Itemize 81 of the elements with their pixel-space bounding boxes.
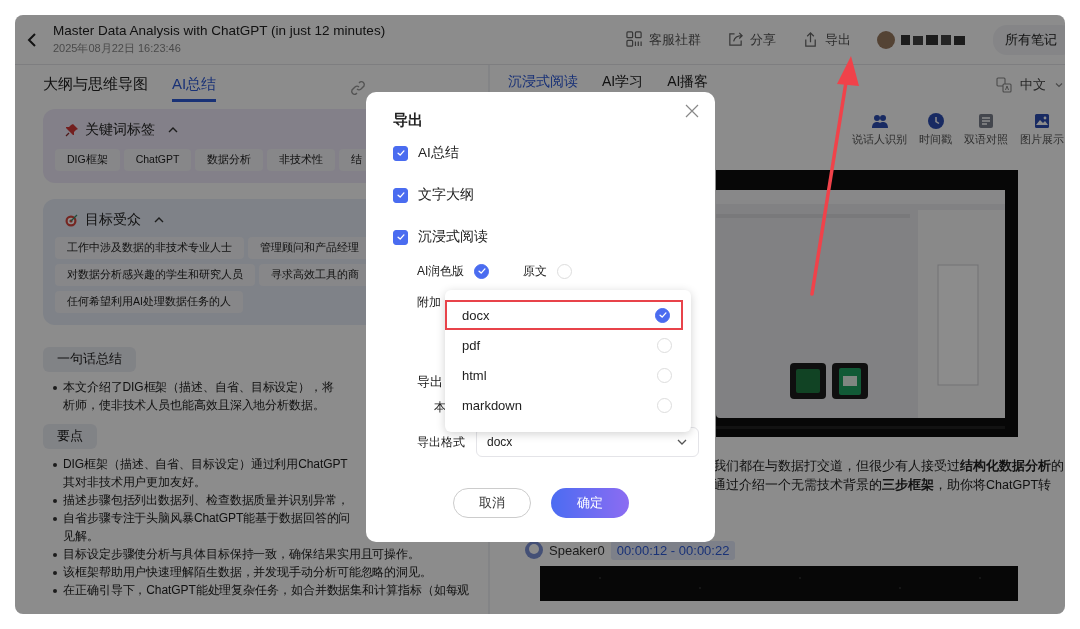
bullet-text: DIG框架（描述、自省、目标设定）通过利用ChatGPT 其对非技术用户更加友好。: [63, 456, 348, 491]
window-title: Master Data Analysis with ChatGPT (in just 12 minutes): [53, 23, 387, 38]
radio-label: AI润色版: [417, 262, 465, 280]
menu-option[interactable]: html: [445, 360, 691, 390]
bullet-text: 该框架帮助用户快速理解陌生数据，并发现手动分析可能忽略的洞见。: [63, 564, 432, 581]
timestamp[interactable]: 00:00:12 - 00:00:22: [610, 540, 736, 560]
upload-icon: [802, 31, 819, 48]
checkbox-label: 文字大纲: [418, 186, 474, 204]
toolbar-button[interactable]: 客服社群: [626, 30, 701, 49]
bullet-icon: [53, 463, 57, 467]
check-icon: [395, 190, 406, 200]
checkbox-label: AI总结: [418, 144, 459, 162]
checkbox[interactable]: [393, 145, 408, 161]
translate-icon[interactable]: [996, 77, 1012, 93]
tab[interactable]: AI学习: [602, 73, 644, 99]
tab[interactable]: AI播客: [667, 73, 709, 99]
checkbox-label: 沉浸式阅读: [418, 228, 488, 246]
back-icon[interactable]: [25, 31, 39, 48]
pixelated-name-drawing: [901, 32, 965, 47]
bullet-text: 自省步骤专注于头脑风暴ChatGPT能基于数据回答的问 见解。: [63, 510, 351, 545]
bullet-text: 目标设定步骤使分析与具体目标保持一致，确保结果实用且可操作。: [63, 546, 420, 563]
field-label: 附加: [417, 294, 441, 311]
people-icon: [871, 113, 888, 129]
bullet-icon: [53, 499, 57, 503]
view-tool-button[interactable]: 双语对照: [964, 113, 1008, 147]
tag[interactable]: 对数据分析感兴趣的学生和研究人员: [55, 264, 255, 286]
bullet-icon: [53, 386, 57, 390]
radio-button[interactable]: [474, 263, 490, 279]
bullet-icon: [53, 571, 57, 575]
tag[interactable]: 工作中涉及数据的非技术专业人士: [55, 237, 244, 259]
view-tool-button[interactable]: 图片展示: [1020, 113, 1064, 147]
pushpin-icon: [65, 123, 79, 137]
check-icon: [476, 266, 487, 276]
view-tool-button[interactable]: 说话人识别: [852, 113, 907, 147]
bullet-icon: [53, 589, 57, 593]
speaker-name: Speaker0: [549, 542, 605, 558]
card-title: 关键词标签: [85, 121, 155, 139]
grid-icon: [626, 31, 643, 48]
bullet-icon: [53, 517, 57, 521]
target-icon: [65, 213, 79, 227]
check-icon: [395, 148, 406, 158]
cancel-button[interactable]: 取消: [452, 488, 531, 518]
tag[interactable]: 数据分析: [195, 149, 264, 171]
view-tool-button[interactable]: 时间戳: [919, 113, 952, 147]
section-label: 要点: [43, 424, 97, 449]
all-notes-button[interactable]: 所有笔记: [993, 24, 1065, 55]
share-icon: [727, 31, 744, 48]
tag[interactable]: 非技术性: [267, 149, 336, 171]
link-icon[interactable]: [350, 80, 367, 96]
card-title: 目标受众: [85, 211, 141, 229]
menu-option[interactable]: docx: [445, 300, 683, 330]
checkbox[interactable]: [393, 187, 408, 203]
image-icon: [1034, 113, 1050, 129]
avatar-icon[interactable]: [877, 30, 895, 49]
check-icon: [395, 232, 406, 242]
dialog-title: 导出: [393, 110, 423, 130]
menu-option[interactable]: markdown: [445, 390, 691, 420]
document-icon: [978, 113, 994, 129]
field-label: 导出: [417, 374, 443, 391]
checkbox[interactable]: [393, 229, 408, 245]
field-label: 导出格式: [417, 433, 465, 451]
tab[interactable]: AI总结: [172, 74, 217, 102]
bullet-text: 在正确引导下，ChatGPT能处理复杂任务，如合并数据集和计算指标（如每观: [63, 582, 470, 599]
toolbar-button[interactable]: 导出: [802, 30, 851, 49]
radio-label: 原文: [523, 262, 548, 280]
tab[interactable]: 大纲与思维导图: [43, 74, 148, 102]
section-label: 一句话总结: [43, 347, 136, 372]
toolbar-button[interactable]: 分享: [727, 30, 776, 49]
bullet-text: 描述步骤包括列出数据列、检查数据质量并识别异常，: [63, 492, 349, 509]
tag[interactable]: ChatGPT: [123, 149, 192, 171]
language-selector[interactable]: 中文: [1020, 76, 1046, 94]
clock-icon: [927, 113, 944, 129]
bullet-icon: [53, 553, 57, 557]
menu-option[interactable]: pdf: [445, 330, 691, 360]
chevron-down-icon[interactable]: [1054, 80, 1064, 90]
confirm-button[interactable]: 确定: [550, 488, 629, 518]
tag[interactable]: DIG框架: [55, 149, 120, 171]
tag[interactable]: 任何希望利用AI处理数据任务的人: [55, 291, 243, 313]
bullet-text: 本文介绍了DIG框架（描述、自省、目标设定），将 析师，使非技术人员也能高效且深入地分析数据。: [63, 379, 334, 414]
close-icon[interactable]: [685, 104, 699, 118]
field-value: 本: [433, 399, 446, 416]
